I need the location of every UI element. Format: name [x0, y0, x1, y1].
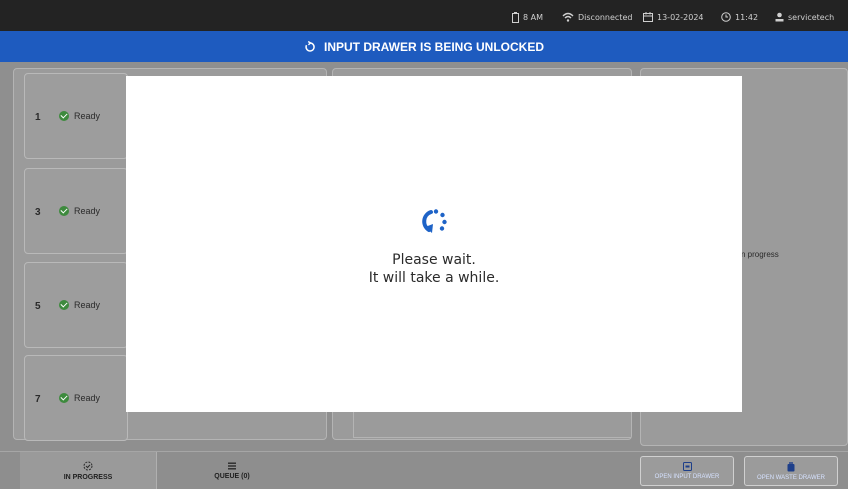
slot-status: Ready: [59, 206, 100, 216]
tab-label: QUEUE (0): [214, 472, 250, 480]
network-status: Disconnected: [562, 11, 632, 23]
banner-text: INPUT DRAWER IS BEING UNLOCKED: [323, 39, 544, 54]
waste-drawer-icon: [787, 461, 795, 471]
slot-status: Ready: [59, 300, 100, 310]
slot-number: 3: [35, 207, 41, 218]
loading-spinner-icon: [422, 209, 447, 233]
user-status[interactable]: servicetech: [775, 11, 834, 23]
slot-1[interactable]: 1 Ready: [24, 73, 128, 159]
button-label: OPEN INPUT DRAWER: [654, 474, 720, 480]
slot-5[interactable]: 5 Ready: [24, 262, 128, 348]
modal-line-1: Please wait.: [392, 252, 476, 268]
time-label: 11:42: [735, 12, 759, 22]
slot-status-label: Ready: [74, 206, 101, 216]
open-waste-drawer-button[interactable]: OPEN WASTE DRAWER: [744, 456, 838, 486]
clock-icon: [721, 12, 731, 22]
tab-in-progress[interactable]: IN PROGRESS: [20, 452, 156, 489]
slot-status-label: Ready: [74, 300, 101, 310]
time-status: 11:42: [721, 11, 758, 23]
slot-status: Ready: [59, 393, 100, 403]
slot-number: 5: [35, 301, 41, 312]
list-icon: [228, 462, 236, 469]
input-drawer-icon: [682, 462, 692, 471]
modal-message: Please wait. It will take a while.: [126, 251, 742, 287]
slot-status-label: Ready: [74, 393, 101, 403]
slot-number: 1: [35, 112, 41, 123]
date-label: 13-02-2024: [657, 12, 704, 22]
tab-queue[interactable]: QUEUE (0): [157, 452, 307, 489]
user-label: servicetech: [788, 12, 835, 22]
slot-status: Ready: [59, 111, 100, 121]
tab-label: IN PROGRESS: [63, 473, 113, 481]
slot-status-label: Ready: [74, 111, 101, 121]
wifi-off-icon: [562, 12, 574, 22]
battery-status: 8 AM: [512, 11, 543, 23]
unlock-banner: INPUT DRAWER IS BEING UNLOCKED: [0, 31, 848, 62]
button-label: OPEN WASTE DRAWER: [757, 474, 825, 481]
check-circle-icon: [59, 393, 69, 403]
battery-icon: [512, 11, 519, 23]
network-label: Disconnected: [578, 12, 633, 22]
please-wait-modal: Please wait. It will take a while.: [126, 76, 742, 412]
check-circle-icon: [59, 206, 69, 216]
status-bar: 8 AM Disconnected 13-02-2024 11:42 servi…: [0, 0, 848, 31]
right-panel-status: n progress: [741, 250, 779, 259]
check-circle-icon: [59, 111, 69, 121]
in-progress-icon: [83, 461, 93, 470]
slot-7[interactable]: 7 Ready: [24, 355, 128, 441]
date-status: 13-02-2024: [643, 11, 704, 23]
bottom-nav: IN PROGRESS QUEUE (0) OPEN INPUT DRAWER …: [0, 451, 848, 489]
check-circle-icon: [59, 300, 69, 310]
battery-label: 8 AM: [523, 12, 544, 22]
slot-3[interactable]: 3 Ready: [24, 168, 128, 254]
calendar-icon: [643, 12, 653, 22]
slot-number: 7: [35, 394, 41, 405]
user-icon: [775, 12, 784, 22]
refresh-icon: [305, 40, 315, 52]
open-input-drawer-button[interactable]: OPEN INPUT DRAWER: [640, 456, 734, 486]
modal-line-2: It will take a while.: [368, 270, 500, 286]
